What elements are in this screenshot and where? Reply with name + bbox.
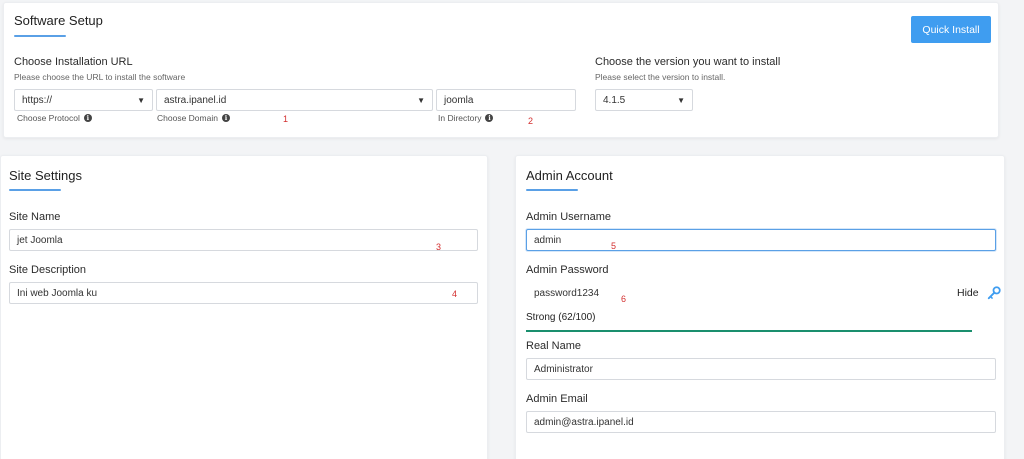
domain-hint-text: Choose Domain [157,113,218,123]
install-url-sublabel: Please choose the URL to install the sof… [14,72,186,82]
directory-marker: 2 [528,116,534,126]
admin-username-marker: 5 [611,241,617,251]
password-strength-text: Strong (62/100) [526,312,596,323]
site-name-marker: 3 [436,242,442,252]
admin-email-input[interactable]: admin@astra.ipanel.id [526,411,996,433]
real-name-label: Real Name [526,340,582,352]
version-sublabel: Please select the version to install. [595,72,726,82]
real-name-input[interactable]: Administrator [526,358,996,380]
site-name-label: Site Name [9,211,61,223]
site-description-marker: 4 [452,289,458,299]
admin-password-input[interactable]: password1234 [526,282,948,304]
domain-marker: 1 [283,114,289,124]
directory-value: joomla [444,94,474,106]
page-scrollbar[interactable] [1016,0,1024,459]
quick-install-button[interactable]: Quick Install [911,16,991,43]
software-setup-title: Software Setup [14,13,103,28]
version-select[interactable]: 4.1.5 ▼ [595,89,693,111]
domain-select[interactable]: astra.ipanel.id ▼ [156,89,433,111]
password-controls: Hide [957,286,1001,300]
protocol-value: https:// [22,94,53,106]
chevron-down-icon: ▼ [677,95,685,105]
admin-account-title: Admin Account [526,168,613,183]
protocol-select[interactable]: https:// ▼ [14,89,153,111]
directory-hint-text: In Directory [438,113,482,123]
site-settings-card: Site Settings Site Name jet Joomla 3 Sit… [0,155,488,459]
admin-password-value: password1234 [534,287,600,299]
admin-password-label: Admin Password [526,264,609,276]
site-description-label: Site Description [9,264,87,276]
info-icon[interactable]: i [221,114,230,122]
admin-username-label: Admin Username [526,211,611,223]
info-icon[interactable]: i [485,114,494,122]
directory-hint: In Directory i [438,113,494,123]
password-strength-bar [526,330,972,332]
domain-value: astra.ipanel.id [164,94,227,106]
chevron-down-icon: ▼ [137,95,145,105]
key-icon[interactable] [987,286,1001,300]
site-description-value: Ini web Joomla ku [17,287,98,299]
site-name-input[interactable]: jet Joomla [9,229,478,251]
version-label: Choose the version you want to install [595,56,781,68]
hide-password-button[interactable]: Hide [957,287,979,299]
site-description-input[interactable]: Ini web Joomla ku [9,282,478,304]
install-url-label: Choose Installation URL [14,56,133,68]
admin-account-title-underline [526,189,578,191]
site-name-value: jet Joomla [17,234,63,246]
software-setup-title-underline [14,35,66,37]
site-settings-title-underline [9,189,61,191]
real-name-value: Administrator [534,363,593,375]
protocol-hint-text: Choose Protocol [17,113,80,123]
directory-input[interactable]: joomla [436,89,576,111]
protocol-hint: Choose Protocol i [17,113,92,123]
admin-password-marker: 6 [621,294,627,304]
admin-username-value: admin [534,234,562,246]
admin-account-card: Admin Account Admin Username admin 5 Adm… [515,155,1005,459]
chevron-down-icon: ▼ [417,95,425,105]
info-icon[interactable]: i [83,114,92,122]
version-value: 4.1.5 [603,94,626,106]
admin-email-value: admin@astra.ipanel.id [534,416,634,428]
site-settings-title: Site Settings [9,168,82,183]
admin-username-input[interactable]: admin [526,229,996,251]
domain-hint: Choose Domain i [157,113,230,123]
software-setup-card: Software Setup Quick Install Choose Inst… [3,2,999,138]
admin-email-label: Admin Email [526,393,588,405]
